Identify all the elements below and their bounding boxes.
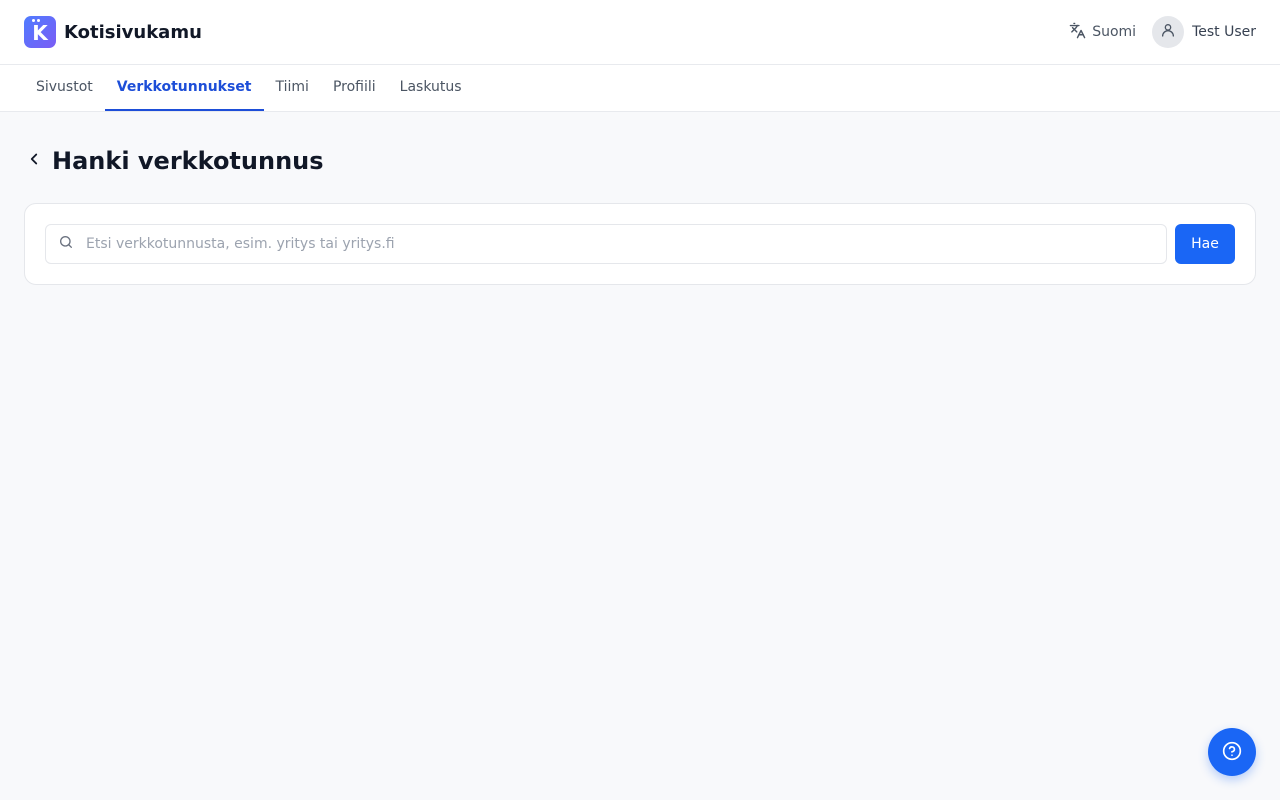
- main-content: Hanki verkkotunnus Hae: [0, 146, 1280, 285]
- tab-sivustot[interactable]: Sivustot: [24, 65, 105, 111]
- domain-search-input[interactable]: [86, 236, 1166, 252]
- domain-search-card: Hae: [24, 203, 1256, 285]
- app-name: Kotisivukamu: [64, 21, 202, 43]
- header-actions: Suomi Test User: [1069, 16, 1256, 48]
- help-circle-icon: [1222, 741, 1242, 764]
- language-selector[interactable]: Suomi: [1069, 22, 1136, 43]
- user-icon: [1160, 22, 1176, 42]
- app-logo: K: [24, 16, 56, 48]
- page-header: Hanki verkkotunnus: [24, 146, 1256, 176]
- tab-laskutus[interactable]: Laskutus: [388, 65, 474, 111]
- user-menu[interactable]: Test User: [1152, 16, 1256, 48]
- help-button[interactable]: [1208, 728, 1256, 776]
- tab-tiimi[interactable]: Tiimi: [264, 65, 321, 111]
- top-bar: K Kotisivukamu Suomi Test User: [0, 0, 1280, 65]
- search-field[interactable]: [45, 224, 1167, 264]
- tab-profiili[interactable]: Profiili: [321, 65, 388, 111]
- search-button[interactable]: Hae: [1175, 224, 1235, 264]
- brand[interactable]: K Kotisivukamu: [24, 16, 202, 48]
- logo-letter: K: [32, 21, 48, 45]
- tab-verkkotunnukset[interactable]: Verkkotunnukset: [104, 65, 264, 111]
- translate-icon: [1069, 22, 1086, 43]
- logo-dots: [32, 19, 40, 22]
- page-title: Hanki verkkotunnus: [52, 147, 324, 175]
- language-label: Suomi: [1092, 24, 1137, 40]
- user-name: Test User: [1192, 24, 1256, 40]
- search-icon: [58, 234, 74, 254]
- main-tabs: Sivustot Verkkotunnukset Tiimi Profiili …: [0, 65, 1280, 112]
- back-button[interactable]: [24, 151, 44, 171]
- chevron-left-icon: [25, 150, 43, 172]
- avatar: [1152, 16, 1185, 48]
